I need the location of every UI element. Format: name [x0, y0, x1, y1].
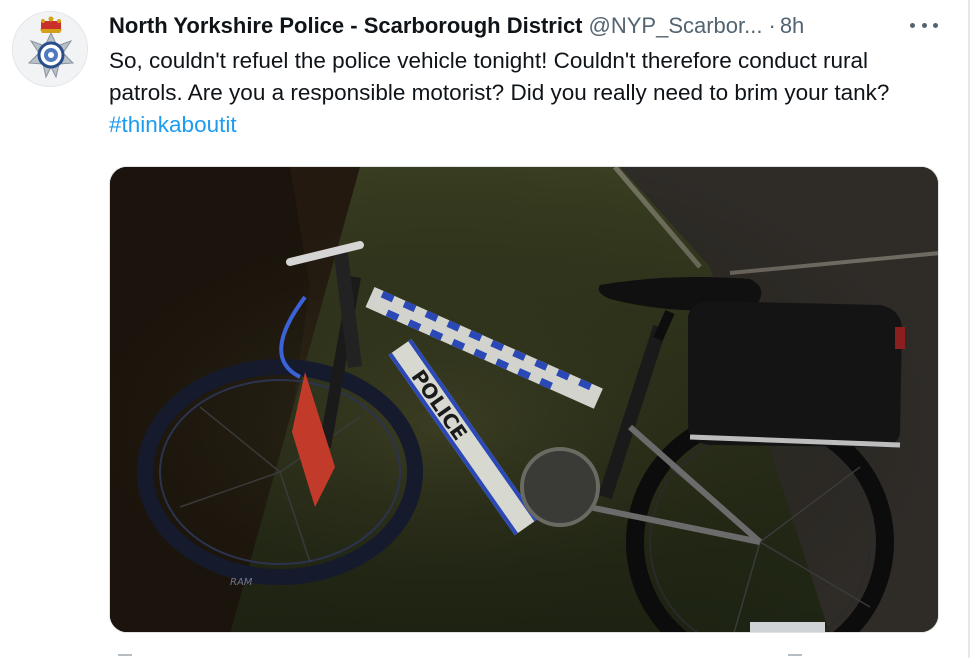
tyre-label: RAM — [230, 577, 253, 588]
display-name[interactable]: North Yorkshire Police - Scarborough Dis… — [109, 13, 583, 38]
avatar[interactable] — [12, 11, 88, 87]
more-horizontal-icon[interactable] — [910, 18, 938, 32]
user-handle[interactable]: @NYP_Scarbor... — [589, 13, 763, 38]
reply-icon[interactable] — [118, 654, 132, 656]
hashtag-link[interactable]: #thinkaboutit — [109, 112, 237, 137]
tweet-card[interactable]: North Yorkshire Police - Scarborough Dis… — [0, 0, 970, 658]
bicycle-photo: RAM POLICE — [110, 167, 938, 632]
share-icon[interactable] — [788, 654, 802, 656]
tweet-photo[interactable]: RAM POLICE — [109, 166, 939, 633]
separator-dot: · — [768, 13, 776, 38]
tweet-body: So, couldn't refuel the police vehicle t… — [109, 48, 890, 105]
tweet-text: So, couldn't refuel the police vehicle t… — [109, 45, 929, 141]
tweet-action-bar — [118, 650, 818, 658]
police-crest-icon — [27, 16, 75, 79]
timestamp[interactable]: 8h — [780, 13, 804, 38]
tweet-header: North Yorkshire Police - Scarborough Dis… — [109, 11, 909, 41]
